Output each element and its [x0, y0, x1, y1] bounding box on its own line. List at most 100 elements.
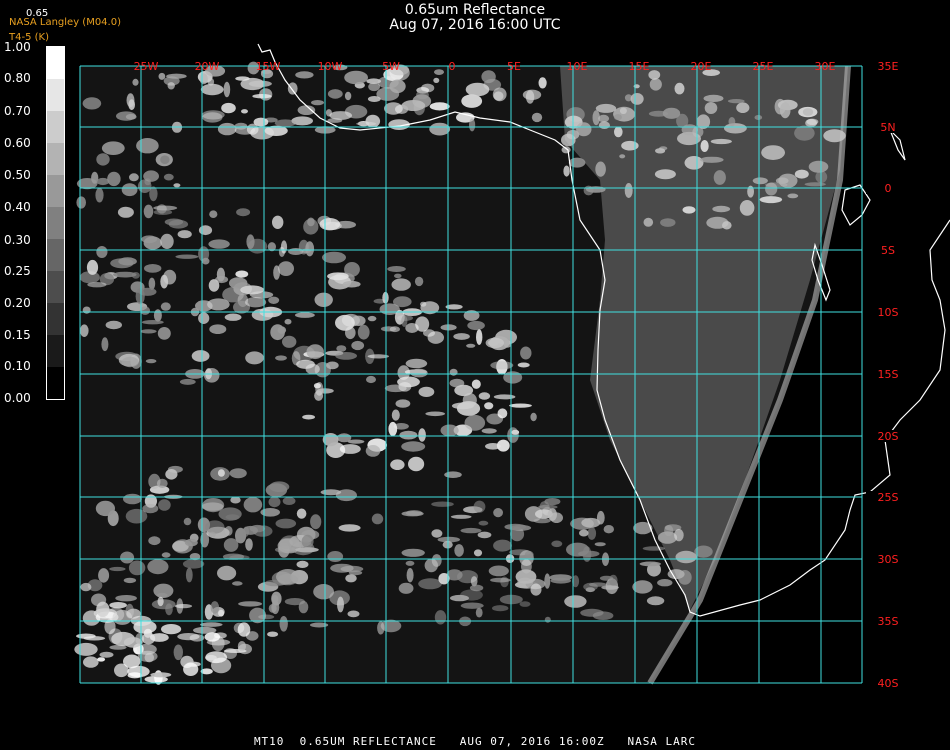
cloud-patch: [713, 170, 726, 185]
longitude-label: 25W: [134, 60, 159, 73]
cloud-patch: [223, 81, 231, 98]
cloud-patch: [456, 401, 481, 416]
cloud-patch: [467, 320, 485, 331]
cloud-patch: [408, 456, 425, 472]
cloud-patch: [147, 559, 169, 575]
cloud-patch: [182, 559, 205, 569]
cloud-patch: [128, 99, 135, 111]
cloud-patch: [614, 126, 623, 138]
cloud-patch: [74, 642, 98, 656]
cloud-patch: [429, 102, 450, 111]
cloud-patch: [496, 439, 510, 452]
cloud-patch: [544, 573, 551, 589]
cloud-patch: [310, 514, 322, 530]
cloud-patch: [802, 108, 814, 116]
cloud-patch: [335, 352, 357, 360]
cloud-patch: [779, 102, 791, 119]
cloud-patch: [639, 561, 661, 567]
cloud-patch: [710, 138, 732, 145]
cloud-patch: [313, 584, 334, 600]
cloud-patch: [431, 554, 442, 567]
cloud-patch: [165, 469, 178, 480]
cloud-patch: [398, 382, 412, 392]
cloud-patch: [198, 246, 210, 262]
cloud-patch: [301, 534, 314, 549]
cloud-patch: [418, 386, 435, 397]
cloud-patch: [391, 278, 411, 291]
cloud-patch: [563, 165, 570, 177]
cloud-patch: [519, 601, 531, 607]
cloud-patch: [241, 109, 248, 114]
cloud-patch: [98, 568, 110, 583]
cloud-patch: [437, 536, 460, 543]
cloud-patch: [336, 433, 352, 443]
cloud-patch: [736, 102, 750, 113]
cloud-patch: [434, 610, 447, 625]
cloud-patch: [592, 110, 600, 126]
cloud-patch: [248, 80, 272, 88]
cloud-patch: [676, 113, 689, 128]
latitude-label: 0: [885, 182, 892, 195]
cloud-patch: [76, 196, 86, 209]
longitude-label: 30E: [815, 60, 836, 73]
cloud-patch: [173, 644, 183, 661]
cloud-patch: [273, 265, 280, 280]
cloud-patch: [344, 91, 352, 101]
cloud-patch: [473, 500, 486, 513]
longitude-label: 5E: [507, 60, 521, 73]
cloud-patch: [401, 548, 425, 557]
cloud-patch: [295, 312, 315, 318]
cloud-patch: [478, 520, 489, 526]
cloud-patch: [236, 208, 251, 217]
cloud-patch: [549, 574, 572, 581]
cloud-patch: [161, 624, 182, 635]
cloud-patch: [504, 523, 527, 531]
cloud-patch: [232, 581, 243, 586]
cloud-patch: [209, 324, 227, 335]
cloud-patch: [120, 551, 135, 564]
latitude-label: 35S: [878, 615, 899, 628]
cloud-patch: [643, 217, 654, 227]
cloud-patch: [538, 77, 547, 89]
cloud-patch: [282, 497, 296, 505]
cloud-patch: [544, 616, 551, 623]
cloud-patch: [132, 78, 139, 86]
cloud-patch: [497, 408, 508, 419]
cloud-patch: [804, 182, 826, 187]
cloud-patch: [82, 97, 102, 110]
cloud-patch: [405, 510, 423, 516]
cloud-patch: [230, 496, 241, 504]
cloud-patch: [114, 663, 129, 678]
cloud-patch: [160, 233, 174, 249]
latitude-label: 15S: [878, 368, 899, 381]
cloud-patch: [204, 632, 220, 642]
cloud-patch: [177, 230, 192, 239]
cloud-patch: [444, 471, 462, 479]
cloud-patch: [83, 656, 99, 668]
cloud-patch: [80, 582, 92, 592]
cloud-patch: [217, 122, 237, 136]
cloud-patch: [298, 239, 309, 255]
cloud-patch: [727, 99, 745, 104]
cloud-patch: [583, 582, 598, 591]
latitude-label: 25S: [878, 491, 899, 504]
cloud-patch: [587, 526, 597, 540]
cloud-patch: [619, 154, 626, 159]
cloud-patch: [296, 560, 309, 569]
cloud-patch: [127, 665, 150, 678]
cloud-patch: [794, 169, 809, 179]
cloud-patch: [425, 411, 446, 417]
cloud-patch: [160, 155, 170, 164]
cloud-patch: [700, 140, 709, 152]
cloud-patch: [603, 525, 614, 534]
cloud-patch: [141, 632, 156, 645]
cloud-patch: [207, 78, 215, 86]
cloud-patch: [224, 313, 242, 321]
cloud-patch: [260, 508, 281, 517]
cloud-patch: [493, 539, 512, 552]
cloud-patch: [322, 251, 346, 264]
cloud-patch: [99, 651, 114, 658]
cloud-patch: [657, 579, 673, 587]
latitude-label: 40S: [878, 677, 899, 690]
cloud-patch: [344, 70, 368, 85]
